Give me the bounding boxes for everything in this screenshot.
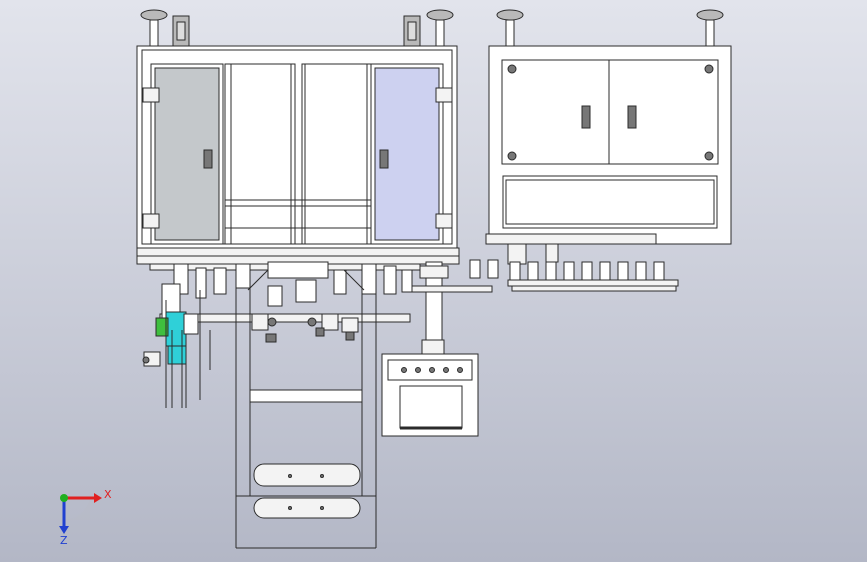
hmi-screen — [399, 385, 463, 429]
left-cabinet — [136, 9, 460, 265]
hmi-button-icon — [443, 367, 449, 373]
door-handle-icon — [203, 149, 213, 169]
leveling-foot-icon — [696, 9, 724, 47]
roller-assembly — [142, 283, 199, 408]
hmi-button-icon — [415, 367, 421, 373]
right-cabinet — [485, 9, 732, 245]
leveling-foot-icon — [140, 9, 168, 47]
axis-z-arrow-icon — [59, 498, 69, 534]
hinge-icon — [435, 87, 453, 103]
support-stand — [235, 264, 377, 549]
lifting-eye-icon — [403, 15, 421, 47]
axis-x-arrow-icon — [64, 493, 102, 503]
hinge-icon — [142, 87, 160, 103]
bolt-icon — [704, 64, 714, 74]
hmi-button-icon — [429, 367, 435, 373]
hinge-icon — [142, 213, 160, 229]
cad-viewport[interactable]: X Z — [0, 0, 867, 562]
hinge-icon — [435, 213, 453, 229]
axis-z-label: Z — [60, 534, 68, 547]
door-handle-icon — [581, 105, 591, 129]
leveling-foot-icon — [496, 9, 524, 47]
base-plate — [253, 497, 361, 519]
bolt-icon — [507, 64, 517, 74]
hmi-button-icon — [457, 367, 463, 373]
axis-x-label: X — [104, 488, 112, 501]
bolt-icon — [507, 151, 517, 161]
door-handle-icon — [379, 149, 389, 169]
orientation-triad[interactable]: X Z — [46, 478, 166, 548]
label-station — [469, 243, 679, 292]
axis-y-dot-icon — [60, 494, 68, 502]
lifting-eye-icon — [172, 15, 190, 47]
bolt-icon — [704, 151, 714, 161]
hmi-button-icon — [401, 367, 407, 373]
roller-cyan — [165, 311, 187, 347]
leveling-foot-icon — [426, 9, 454, 47]
door-handle-icon — [627, 105, 637, 129]
base-plate — [253, 463, 361, 487]
